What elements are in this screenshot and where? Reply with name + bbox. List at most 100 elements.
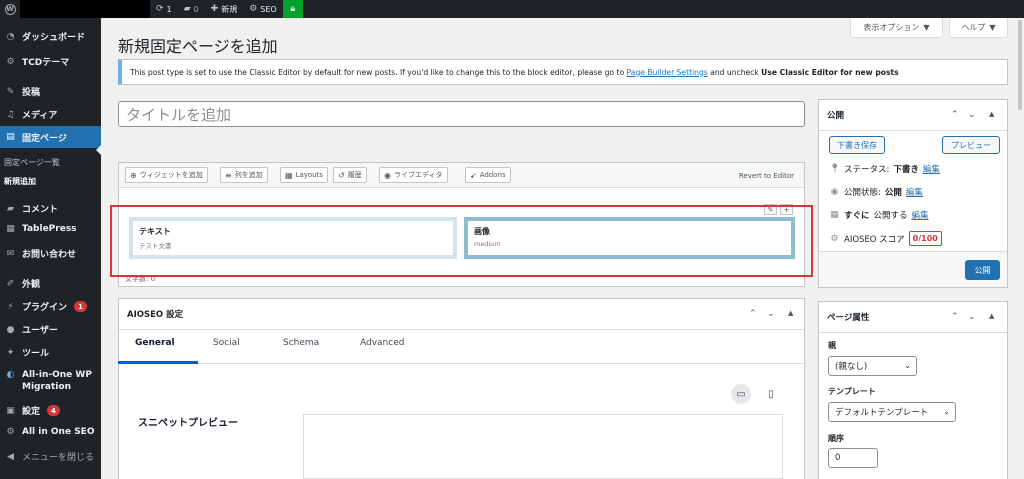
move-down-icon[interactable]: ⌄ <box>968 312 976 322</box>
screen-options-button[interactable]: 表示オプション ▼ <box>850 18 943 38</box>
add-row-button[interactable]: ≡ 列を追加 <box>220 167 268 183</box>
history-button[interactable]: ↺ 履歴 <box>333 167 367 183</box>
edit-status-link[interactable]: 編集 <box>923 163 940 175</box>
text-widget[interactable]: テキスト テスト文書 <box>129 217 457 259</box>
sidebar-item-plugins[interactable]: ⚡ プラグイン 1 <box>0 300 101 313</box>
tab-social[interactable]: Social <box>213 338 240 348</box>
order-input[interactable]: 0 <box>828 448 878 468</box>
columns-icon: ≡ <box>225 170 232 180</box>
addons-button[interactable]: ➹ Addons <box>465 167 511 183</box>
move-up-icon[interactable]: ⌃ <box>951 312 959 322</box>
sidebar-item-aioseo[interactable]: ⚙ All in One SEO <box>0 427 101 437</box>
tab-general[interactable]: General <box>135 338 175 348</box>
sidebar-item-posts[interactable]: ✎ 投稿 <box>0 85 101 99</box>
move-up-icon[interactable]: ⌃ <box>749 309 757 319</box>
save-draft-button[interactable]: 下書き保存 <box>829 136 885 154</box>
sidebar-item-tools[interactable]: ✦ ツール <box>0 346 101 360</box>
sidebar-item-contact[interactable]: ✉ お問い合わせ <box>0 247 101 261</box>
sidebar-item-settings[interactable]: ▣ 設定 4 <box>0 404 101 417</box>
word-count: 文字数: 0 <box>125 275 156 283</box>
toggle-panel-icon[interactable]: ▲ <box>989 312 994 320</box>
page-builder-settings-link[interactable]: Page Builder Settings <box>627 68 708 77</box>
row-edit-icon[interactable]: ✎ <box>764 204 777 215</box>
move-down-icon[interactable]: ⌄ <box>767 309 775 319</box>
chevron-down-icon: ⌄ <box>904 361 911 370</box>
current-menu-arrow <box>96 144 102 156</box>
sidebar-item-tablepress[interactable]: ▦ TablePress <box>0 224 101 234</box>
caret-down-icon: ▼ <box>923 23 930 32</box>
sidebar-item-dashboard[interactable]: ◔ ダッシュボード <box>0 30 101 44</box>
template-select[interactable]: デフォルトテンプレート ⌄ <box>828 402 956 422</box>
live-editor-button[interactable]: ◉ ライブエディタ <box>379 167 448 183</box>
publish-actions: 公開 <box>819 251 1007 287</box>
theme-icon: ⚙ <box>6 56 15 67</box>
updates-icon: ⟳ <box>156 4 164 14</box>
media-icon: ♫ <box>6 109 15 120</box>
new-content-link[interactable]: ✚ 新規 <box>205 0 244 18</box>
add-widget-button[interactable]: ⊕ ウィジェットを追加 <box>125 167 208 183</box>
rocket-icon: ➹ <box>470 170 477 180</box>
sidebar-item-migration[interactable]: ◐ All-in-One WP Migration <box>0 369 101 393</box>
plus-icon: ✚ <box>210 4 219 14</box>
move-down-icon[interactable]: ⌄ <box>968 110 976 120</box>
sidebar-item-media[interactable]: ♫ メディア <box>0 108 101 122</box>
table-icon: ▦ <box>6 224 15 234</box>
updates-link[interactable]: ⟳ 1 <box>150 0 178 18</box>
scrollbar-thumb[interactable] <box>1018 20 1022 110</box>
submenu-add-new[interactable]: 新規追加 <box>0 176 101 187</box>
lock-icon[interactable]: 🔒︎ <box>282 0 303 18</box>
pin-icon: 📍︎ <box>829 164 841 174</box>
collapse-menu[interactable]: ◀ メニューを閉じる <box>0 450 101 464</box>
tab-advanced[interactable]: Advanced <box>360 338 404 348</box>
submenu-all-pages[interactable]: 固定ページ一覧 <box>0 157 101 168</box>
mobile-preview-icon[interactable]: ▯ <box>761 384 781 404</box>
plugin-icon: ⚡ <box>7 301 14 312</box>
sidebar-item-users[interactable]: ● ユーザー <box>0 323 101 337</box>
sidebar-item-comments[interactable]: ▰ コメント <box>0 202 101 216</box>
wordpress-logo-icon[interactable]: W <box>0 0 20 18</box>
user-icon: ● <box>6 324 15 335</box>
row-menu-icon[interactable]: + <box>780 204 793 215</box>
collapse-icon: ◀ <box>7 451 14 462</box>
order-label: 順序 <box>828 434 844 443</box>
parent-label: 親 <box>828 341 836 350</box>
desktop-preview-icon[interactable]: ▭ <box>731 384 751 404</box>
page-title: 新規固定ページを追加 <box>118 37 278 56</box>
classic-editor-notice: This post type is set to use the Classic… <box>118 59 1008 85</box>
sidebar-item-appearance[interactable]: ✐ 外観 <box>0 277 101 291</box>
comments-link[interactable]: ▰ 0 <box>178 0 205 18</box>
revert-to-editor-link[interactable]: Revert to Editor <box>739 172 794 180</box>
layouts-button[interactable]: ▦ Layouts <box>280 167 329 183</box>
move-up-icon[interactable]: ⌃ <box>951 110 959 120</box>
publish-box: 公開 ⌃ ⌄ ▲ 下書き保存 プレビュー 📍︎ ステータス: 下書き 編集 ◉ 公開状態… <box>818 99 1008 288</box>
snippet-preview-box <box>303 414 783 479</box>
caret-down-icon: ▼ <box>989 23 996 32</box>
sidebar-item-pages[interactable]: ▤ 固定ページ <box>0 126 101 148</box>
migration-icon: ◐ <box>6 370 15 380</box>
help-button[interactable]: ヘルプ ▼ <box>949 18 1008 38</box>
tabs-divider <box>119 363 803 364</box>
site-name[interactable] <box>20 0 150 18</box>
chevron-down-icon: ⌄ <box>943 407 950 416</box>
preview-button[interactable]: プレビュー <box>942 136 1000 154</box>
toggle-panel-icon[interactable]: ▲ <box>989 110 994 118</box>
edit-visibility-link[interactable]: 編集 <box>906 186 923 198</box>
title-input[interactable]: タイトルを追加 <box>118 101 805 127</box>
seo-menu[interactable]: ⚙ SEO <box>243 0 283 18</box>
publish-header: 公開 <box>819 100 1007 131</box>
page-icon: ▤ <box>6 132 15 142</box>
admin-bar: W ⟳ 1 ▰ 0 ✚ 新規 ⚙ SEO 🔒︎ <box>0 0 1024 18</box>
publish-button[interactable]: 公開 <box>965 260 1000 280</box>
sidebar-item-tcd-theme[interactable]: ⚙ TCDテーマ <box>0 55 101 69</box>
toggle-panel-icon[interactable]: ▲ <box>788 309 793 317</box>
image-widget[interactable]: 画像 medium <box>464 217 795 259</box>
visibility-row: ◉ 公開状態: 公開 編集 <box>830 186 923 198</box>
score-badge[interactable]: 0/100 <box>908 231 942 246</box>
status-row: 📍︎ ステータス: 下書き 編集 <box>829 163 940 175</box>
tab-schema[interactable]: Schema <box>283 338 319 348</box>
active-tab-indicator <box>118 361 198 364</box>
layouts-icon: ▦ <box>285 170 293 180</box>
edit-schedule-link[interactable]: 編集 <box>912 209 929 221</box>
parent-select[interactable]: (親なし) ⌄ <box>828 356 917 376</box>
page-builder: ⊕ ウィジェットを追加 ≡ 列を追加 ▦ Layouts ↺ 履歴 ◉ ライブエディタ ➹… <box>118 162 805 287</box>
